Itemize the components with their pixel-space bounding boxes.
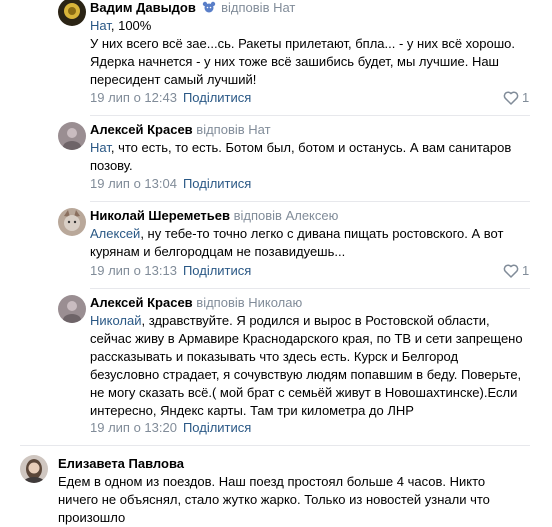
share-button[interactable]: Поділитися — [183, 263, 251, 278]
avatar-image — [58, 208, 86, 236]
divider — [90, 115, 530, 116]
author-name[interactable]: Алексей Красев — [90, 122, 193, 137]
mention-link[interactable]: Нат — [90, 140, 111, 155]
comment-1-header: Вадим Давыдов відповів Нат — [90, 0, 295, 16]
avatar-elizaveta[interactable] — [20, 455, 48, 483]
avatar-image — [20, 455, 48, 483]
comment-meta: 19 лип о 13:20 Поділитися — [90, 420, 251, 436]
comment-date[interactable]: 19 лип о 13:20 — [90, 420, 177, 435]
mention-link[interactable]: Николай — [90, 313, 142, 328]
reply-to[interactable]: відповів Алексею — [234, 208, 339, 223]
share-button[interactable]: Поділитися — [183, 420, 251, 435]
author-name[interactable]: Алексей Красев — [90, 295, 193, 310]
divider — [90, 288, 530, 289]
comment-meta: 19 лип о 13:13 Поділитися — [90, 263, 251, 279]
like-button[interactable]: 1 — [503, 263, 529, 279]
divider — [90, 201, 530, 202]
avatar-image — [58, 295, 86, 323]
comment-body: , ну тебе-то точно легко с дивана пищать… — [90, 226, 504, 259]
mention-link[interactable]: Нат — [90, 18, 111, 33]
avatar-image — [58, 122, 86, 150]
comment-date[interactable]: 19 лип о 12:43 — [90, 90, 177, 105]
mention-link[interactable]: Алексей — [90, 226, 140, 241]
comment-date[interactable]: 19 лип о 13:04 — [90, 176, 177, 191]
divider — [20, 445, 530, 446]
reply-to[interactable]: відповів Николаю — [196, 295, 302, 310]
comment-body: , здравствуйте. Я родился и вырос в Рост… — [90, 313, 523, 418]
heart-icon — [503, 264, 519, 278]
like-count: 1 — [522, 90, 530, 105]
comment-text: Нат, что есть, то есть. Ботом был, ботом… — [90, 139, 530, 175]
like-button[interactable]: 1 — [503, 90, 529, 106]
heart-icon — [503, 91, 519, 105]
comment-5-header: Елизавета Павлова — [58, 456, 184, 472]
author-name[interactable]: Николай Шереметьев — [90, 208, 230, 223]
avatar-image — [58, 0, 86, 26]
comment-meta: 19 лип о 12:43 Поділитися — [90, 90, 251, 106]
comment-text: Алексей, ну тебе-то точно легко с дивана… — [90, 225, 530, 261]
bear-badge-icon — [202, 1, 216, 13]
like-count: 1 — [522, 263, 530, 278]
reply-to[interactable]: відповів Нат — [196, 122, 270, 137]
avatar-alexey[interactable] — [58, 122, 86, 150]
comment-4-header: Алексей Красев відповів Николаю — [90, 295, 302, 311]
comment-2-header: Алексей Красев відповів Нат — [90, 122, 271, 138]
comment-3-header: Николай Шереметьев відповів Алексею — [90, 208, 338, 224]
share-button[interactable]: Поділитися — [183, 176, 251, 191]
comment-text: Николай, здравствуйте. Я родился и вырос… — [90, 312, 525, 420]
avatar-nikolay[interactable] — [58, 208, 86, 236]
share-button[interactable]: Поділитися — [183, 90, 251, 105]
author-name[interactable]: Елизавета Павлова — [58, 456, 184, 471]
comment-body: , 100% У них всего всё зае...сь. Ракеты п… — [90, 18, 516, 87]
avatar-alexey[interactable] — [58, 295, 86, 323]
reply-to[interactable]: відповів Нат — [221, 0, 295, 15]
comment-body: , что есть, то есть. Ботом был, ботом и … — [90, 140, 512, 173]
author-name[interactable]: Вадим Давыдов — [90, 0, 196, 15]
avatar-vadim[interactable] — [58, 0, 86, 26]
comment-text: Нат, 100% У них всего всё зае...сь. Ракет… — [90, 17, 530, 89]
comment-date[interactable]: 19 лип о 13:13 — [90, 263, 177, 278]
comment-meta: 19 лип о 13:04 Поділитися — [90, 176, 251, 192]
